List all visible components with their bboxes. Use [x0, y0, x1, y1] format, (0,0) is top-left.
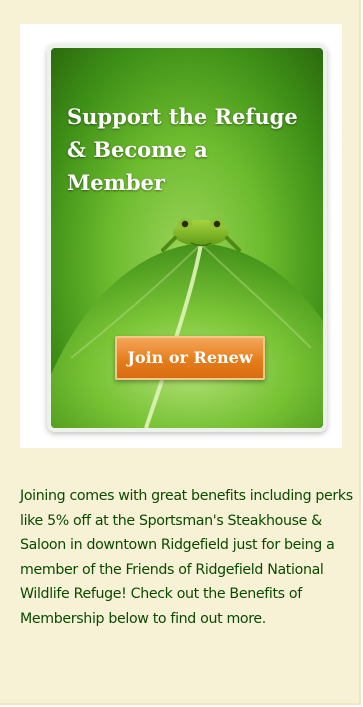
join-or-renew-button[interactable]: Join or Renew: [115, 336, 265, 380]
banner-title: Support the Refuge & Become a Member: [67, 104, 298, 195]
membership-description: Joining comes with great benefits includ…: [20, 488, 353, 627]
frog-icon: [161, 218, 241, 252]
membership-banner[interactable]: Support the Refuge & Become a Member Joi…: [47, 44, 327, 432]
membership-panel: Support the Refuge & Become a Member Joi…: [0, 0, 361, 705]
banner-card: Support the Refuge & Become a Member Joi…: [20, 24, 342, 448]
